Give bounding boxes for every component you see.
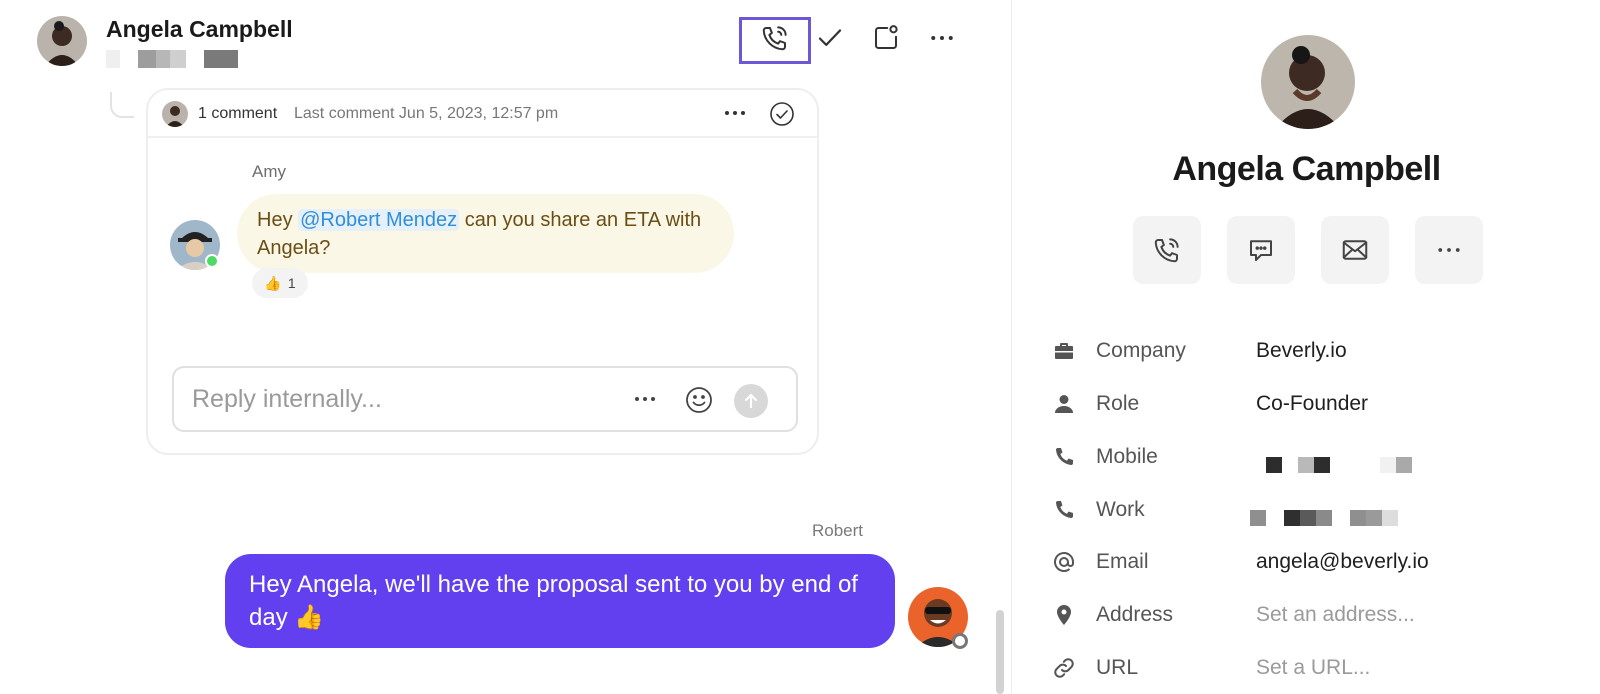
- field-company: Company Beverly.io: [1012, 331, 1600, 371]
- phone-icon: [1052, 498, 1076, 522]
- reply-placeholder: Reply internally...: [192, 385, 382, 413]
- reply-internally-input[interactable]: Reply internally...: [172, 366, 798, 432]
- reaction-badge[interactable]: 👍 1: [252, 268, 308, 298]
- link-icon: [1052, 656, 1076, 680]
- reply-more-button[interactable]: [630, 388, 660, 410]
- field-label: Company: [1096, 339, 1186, 362]
- away-status-dot: [952, 633, 968, 649]
- thumbs-up-icon: 👍: [264, 274, 282, 291]
- profile-name: Angela Campbell: [1172, 150, 1441, 188]
- more-icon: [927, 23, 957, 58]
- profile-more-button[interactable]: [1415, 216, 1483, 284]
- mail-icon: [1342, 240, 1368, 260]
- profile-call-button[interactable]: [1133, 216, 1201, 284]
- at-icon: [1052, 550, 1076, 574]
- check-icon: [815, 23, 845, 58]
- contact-avatar[interactable]: [37, 16, 87, 66]
- field-label: Address: [1096, 603, 1174, 626]
- chat-icon: [1250, 240, 1272, 261]
- more-icon: [1438, 248, 1460, 252]
- company-value[interactable]: Beverly.io: [1256, 339, 1347, 363]
- person-icon: [1052, 392, 1076, 416]
- internal-comment-bubble: Hey @Robert Mendez can you share an ETA …: [237, 194, 734, 273]
- comment-count: 1 comment: [198, 105, 278, 122]
- send-icon: [744, 393, 758, 409]
- outgoing-author-name: Robert: [812, 521, 864, 540]
- comment-author-name: Amy: [252, 162, 286, 181]
- field-mobile: Mobile: [1012, 437, 1600, 477]
- online-status-dot: [205, 254, 219, 268]
- phone-icon: [1052, 445, 1076, 469]
- field-address: Address Set an address...: [1012, 595, 1600, 635]
- field-url: URL Set a URL...: [1012, 648, 1600, 688]
- call-button[interactable]: [739, 17, 811, 64]
- url-value[interactable]: Set a URL...: [1256, 656, 1370, 680]
- mention-robert-mendez[interactable]: @Robert Mendez: [298, 209, 460, 231]
- send-button[interactable]: [734, 384, 768, 418]
- phone-call-icon: [1154, 238, 1179, 263]
- field-work: Work: [1012, 490, 1600, 530]
- field-label: Mobile: [1096, 445, 1158, 468]
- snooze-icon: [871, 23, 901, 58]
- conversation-pane: Angela Campbell 1 comment Last comment J…: [0, 0, 1010, 694]
- mark-done-button[interactable]: [806, 16, 854, 64]
- field-label: Work: [1096, 498, 1145, 521]
- profile-avatar: [1261, 35, 1355, 129]
- thread-more-button[interactable]: [720, 100, 750, 126]
- field-label: Email: [1096, 550, 1149, 573]
- thread-connector: [110, 92, 134, 118]
- thread-author-avatar: [162, 101, 188, 127]
- snooze-button[interactable]: [862, 16, 910, 64]
- more-options-button[interactable]: [918, 16, 966, 64]
- mobile-value-redacted[interactable]: [1256, 445, 1436, 473]
- emoji-icon: [686, 387, 712, 413]
- last-comment-time: Last comment Jun 5, 2023, 12:57 pm: [294, 105, 559, 122]
- comment-text-prefix: Hey: [257, 209, 299, 231]
- briefcase-icon: [1052, 339, 1076, 363]
- address-value[interactable]: Set an address...: [1256, 603, 1415, 627]
- contact-subtitle-redacted: [106, 50, 266, 68]
- field-label: URL: [1096, 656, 1139, 679]
- work-value-redacted[interactable]: [1250, 498, 1436, 526]
- resolve-icon: [770, 102, 794, 126]
- field-role: Role Co-Founder: [1012, 384, 1600, 424]
- field-email: Email angela@beverly.io: [1012, 542, 1600, 582]
- field-label: Role: [1096, 392, 1140, 415]
- outgoing-message-bubble: Hey Angela, we'll have the proposal sent…: [225, 554, 895, 648]
- email-value[interactable]: angela@beverly.io: [1256, 550, 1429, 574]
- contact-name-header: Angela Campbell: [106, 16, 293, 42]
- profile-email-button[interactable]: [1321, 216, 1389, 284]
- role-value[interactable]: Co-Founder: [1256, 392, 1368, 416]
- profile-message-button[interactable]: [1227, 216, 1295, 284]
- reaction-count: 1: [287, 275, 296, 291]
- contact-details-panel: Angela Campbell Company Beverly.io Role …: [1011, 0, 1600, 694]
- pin-icon: [1052, 603, 1076, 627]
- emoji-button[interactable]: [683, 384, 715, 416]
- thread-header: 1 comment Last comment Jun 5, 2023, 12:5…: [148, 90, 817, 138]
- phone-call-icon: [760, 23, 790, 58]
- scrollbar[interactable]: [996, 610, 1004, 694]
- internal-comment-thread: 1 comment Last comment Jun 5, 2023, 12:5…: [146, 88, 819, 455]
- resolve-thread-button[interactable]: [769, 101, 795, 127]
